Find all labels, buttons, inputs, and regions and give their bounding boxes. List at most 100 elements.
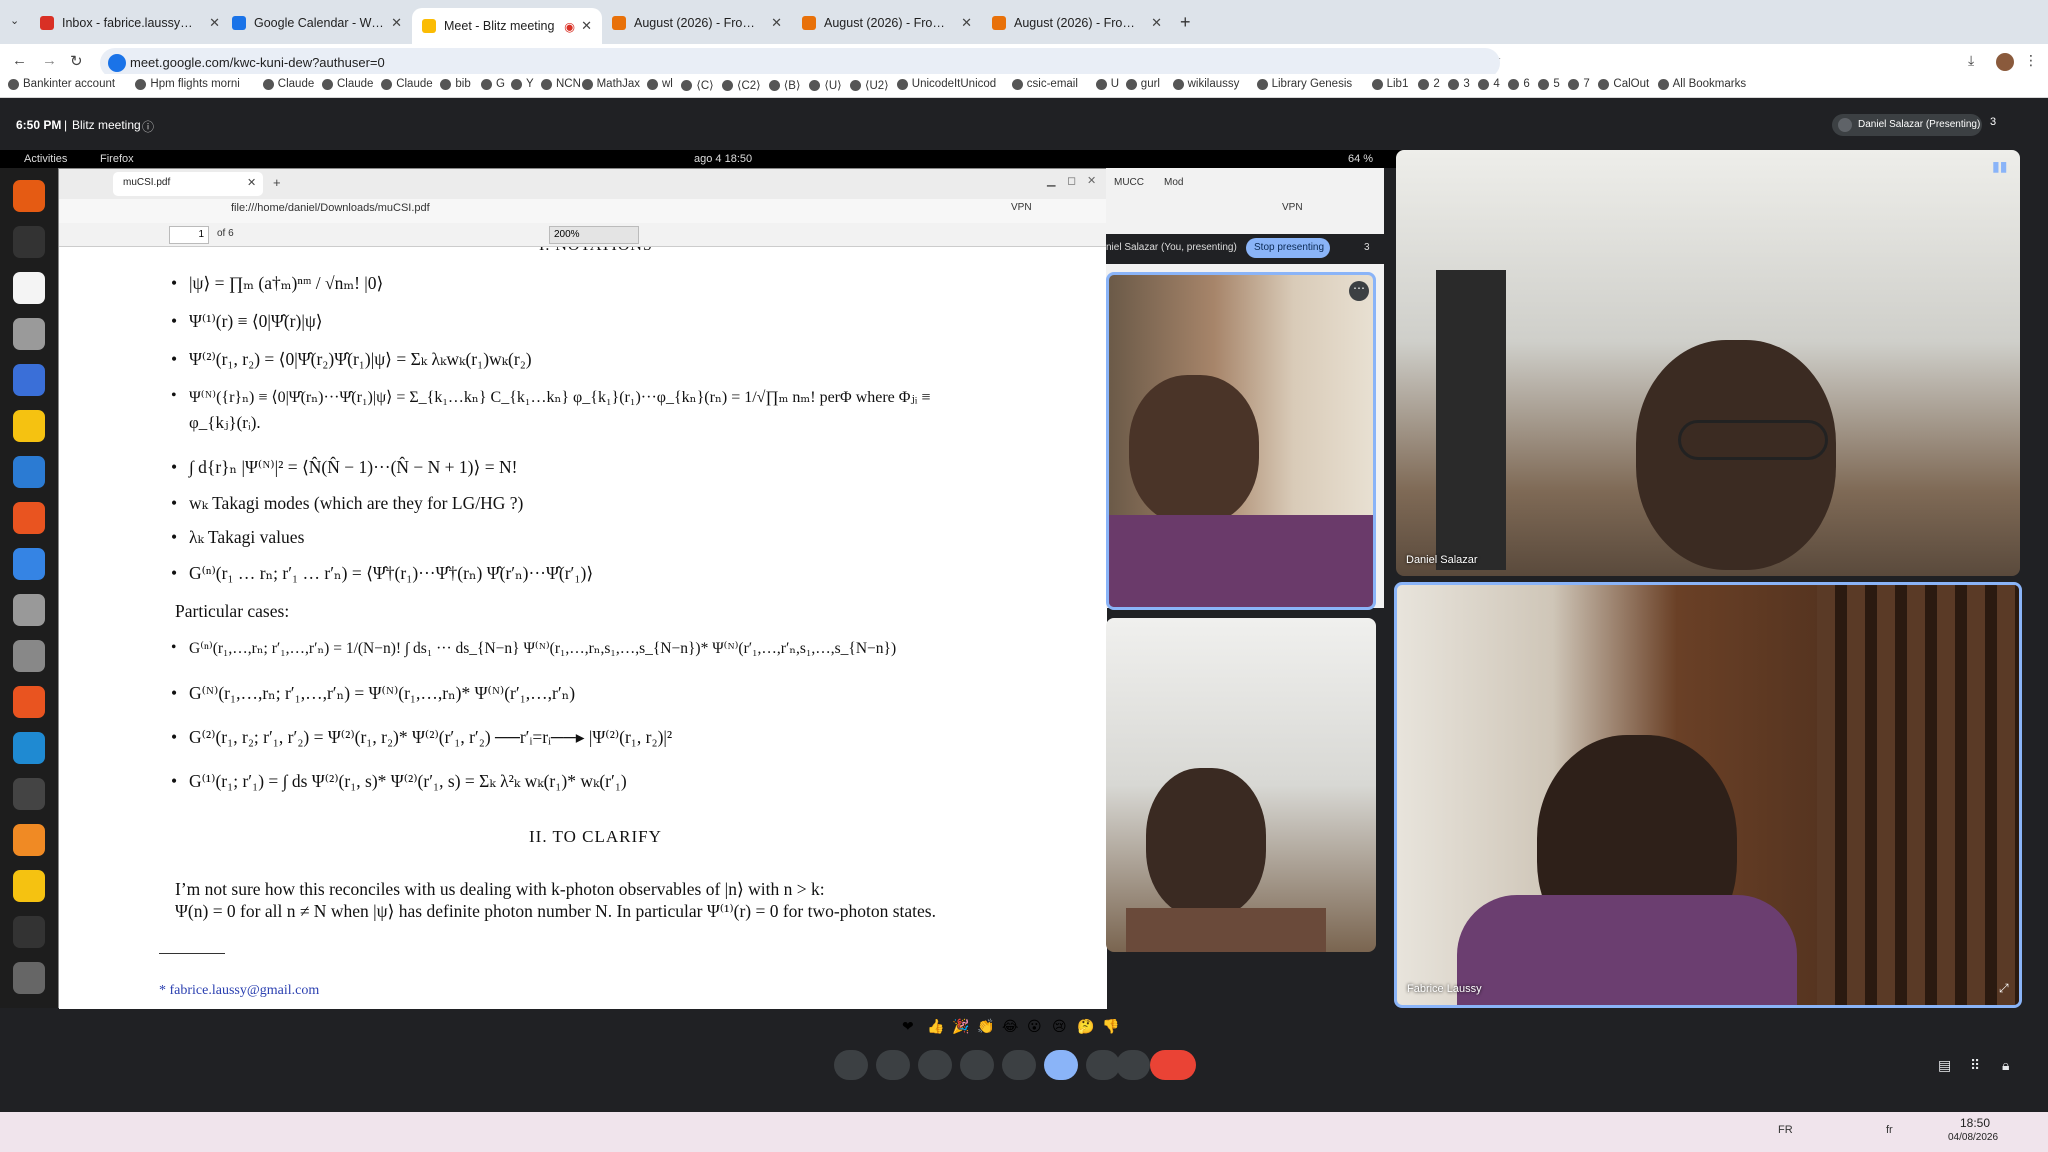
close-icon[interactable]: ✕ (1151, 15, 1162, 31)
dock-app-icon[interactable] (13, 778, 45, 810)
bookmark-item[interactable]: 7 (1568, 78, 1590, 90)
bookmark-item[interactable]: All Bookmarks (1657, 78, 1746, 90)
back-icon[interactable]: ← (12, 52, 27, 69)
info-icon[interactable]: ⓘ (142, 118, 154, 135)
close-window-icon[interactable]: ✕ (1087, 174, 1096, 187)
captions-button[interactable] (1086, 1050, 1120, 1080)
dock-app-icon[interactable] (13, 916, 45, 948)
bookmark-item[interactable]: Library Genesis (1256, 78, 1352, 90)
menu-kebab-icon[interactable]: ⋮ (2024, 52, 2038, 69)
activities-button[interactable]: Activities (24, 153, 67, 165)
participants-count[interactable]: 3 (1364, 242, 1370, 253)
tab[interactable]: Mod (1164, 177, 1183, 188)
close-icon[interactable]: ✕ (961, 15, 972, 31)
vpn-badge[interactable]: VPN (1011, 202, 1032, 213)
bookmark-item[interactable]: MathJax (581, 78, 640, 90)
bookmark-item[interactable]: gurl (1125, 78, 1160, 90)
emoji-button[interactable] (1044, 1050, 1078, 1080)
download-icon[interactable]: ⤓ (1968, 52, 1974, 69)
mic-options-button[interactable] (834, 1050, 868, 1080)
bookmark-item[interactable]: Y (511, 78, 534, 90)
profile-avatar[interactable] (1996, 53, 2014, 71)
tab-list-chevron-icon[interactable]: ⌄ (10, 14, 19, 27)
stop-presenting-button[interactable]: Stop presenting (1246, 238, 1330, 258)
reaction-emoji[interactable]: 👎 (1102, 1018, 1119, 1035)
forward-icon[interactable]: → (42, 52, 57, 69)
dock-app-icon[interactable] (13, 732, 45, 764)
tab[interactable]: MUCC (1114, 177, 1144, 188)
zoom-select[interactable]: 200% (549, 226, 639, 244)
reaction-emoji[interactable]: 😂 (1002, 1018, 1018, 1035)
browser-tab[interactable]: Google Calendar - Week of✕ (222, 8, 412, 38)
browser-tab[interactable]: Inbox - fabrice.laussy@gm ✕ (30, 8, 230, 38)
taskbar-time[interactable]: 18:50 (1960, 1116, 1990, 1130)
dock-app-icon[interactable] (13, 410, 45, 442)
dock-app-icon[interactable] (13, 870, 45, 902)
reaction-emoji[interactable]: 👍 (927, 1018, 944, 1035)
dock-app-icon[interactable] (13, 456, 45, 488)
bookmark-item[interactable]: 3 (1448, 78, 1470, 90)
close-icon[interactable]: ✕ (247, 176, 256, 189)
bookmark-item[interactable]: 2 (1418, 78, 1440, 90)
dock-app-icon[interactable] (13, 962, 45, 994)
participant-tile[interactable]: Fabrice Laussy ⤢ (1394, 582, 2022, 1008)
bookmark-item[interactable]: wl (647, 78, 673, 90)
dock-app-icon[interactable] (13, 640, 45, 672)
leave-call-button[interactable] (1150, 1050, 1196, 1080)
bookmark-item[interactable]: 4 (1478, 78, 1500, 90)
bookmark-item[interactable]: Lib1 (1371, 78, 1408, 90)
browser-tab[interactable]: August (2026) - From the w✕ (792, 8, 982, 38)
bookmark-item[interactable]: CalOut (1598, 78, 1649, 90)
bookmark-item[interactable]: Hpm flights morni (135, 78, 240, 90)
dock-app-icon[interactable] (13, 686, 45, 718)
close-icon[interactable]: ✕ (391, 15, 402, 31)
app-menu[interactable]: Firefox (100, 153, 134, 165)
browser-tab[interactable]: August (2026) - From th ✕ (602, 8, 792, 38)
present-button[interactable] (1002, 1050, 1036, 1080)
dock-app-icon[interactable] (13, 318, 45, 350)
browser-tab-active[interactable]: Meet - Blitz meeting ◉ ✕ (412, 8, 602, 44)
close-icon[interactable]: ✕ (209, 15, 220, 31)
ff-url[interactable]: file:///home/daniel/Downloads/muCSI.pdf (231, 202, 430, 214)
browser-tab[interactable]: August (2026) - From th ✕ (982, 8, 1172, 38)
vpn-badge[interactable]: VPN (1282, 202, 1303, 213)
dock-app-icon[interactable] (13, 502, 45, 534)
reaction-emoji[interactable]: 👏 (977, 1018, 994, 1035)
participant-tile[interactable]: Daniel Salazar ▮▮ (1396, 150, 2020, 576)
dock-app-icon[interactable] (13, 364, 45, 396)
firefox-tab[interactable]: muCSI.pdf ✕ (113, 172, 263, 196)
reaction-emoji[interactable]: 🤔 (1077, 1018, 1094, 1035)
dock-app-icon[interactable] (13, 824, 45, 856)
dock-app-icon[interactable] (13, 226, 45, 258)
bookmark-item[interactable]: Bankinter account (8, 78, 115, 90)
footnote[interactable]: * fabrice.laussy@gmail.com (159, 983, 319, 999)
reaction-emoji[interactable]: 😮 (1027, 1018, 1042, 1035)
new-tab-icon[interactable]: + (273, 175, 281, 190)
camera-button[interactable] (960, 1050, 994, 1080)
language-indicator[interactable]: FR (1778, 1124, 1793, 1136)
bookmark-item[interactable]: G (481, 78, 505, 90)
url-text[interactable]: meet.google.com/kwc-kuni-dew?authuser=0 (130, 55, 385, 70)
clock[interactable]: ago 4 18:50 (694, 153, 752, 165)
host-controls-icon[interactable]: 🔒︎ (2002, 1057, 2009, 1074)
reaction-emoji[interactable]: 😢 (1052, 1018, 1067, 1035)
bookmark-item[interactable]: NCN (541, 78, 581, 90)
bookmark-item[interactable]: csic-email (1011, 78, 1078, 90)
bookmark-item[interactable]: U (1095, 78, 1119, 90)
more-options-button[interactable] (1124, 1050, 1140, 1080)
bookmark-item[interactable]: Claude (381, 78, 433, 90)
close-icon[interactable]: ✕ (581, 18, 592, 34)
keyboard-layout[interactable]: fr (1886, 1124, 1893, 1136)
new-tab-icon[interactable]: + (1180, 12, 1191, 33)
bookmark-item[interactable]: Claude (322, 78, 373, 90)
mic-button[interactable] (876, 1050, 910, 1080)
bookmark-item[interactable]: UnicodeItUnicod (896, 78, 996, 90)
bookmark-item[interactable]: 5 (1538, 78, 1560, 90)
dock-app-icon[interactable] (13, 548, 45, 580)
page-input[interactable]: 1 (169, 226, 209, 244)
reaction-emoji[interactable]: 🎉 (952, 1018, 969, 1035)
presenting-chip[interactable]: Daniel Salazar (Presenting) (1832, 114, 1982, 136)
maximize-icon[interactable]: ◻ (1067, 174, 1076, 187)
more-options-icon[interactable]: ⋯ (1349, 281, 1369, 301)
bookmark-item[interactable]: ⟨C⟩ (681, 78, 714, 92)
